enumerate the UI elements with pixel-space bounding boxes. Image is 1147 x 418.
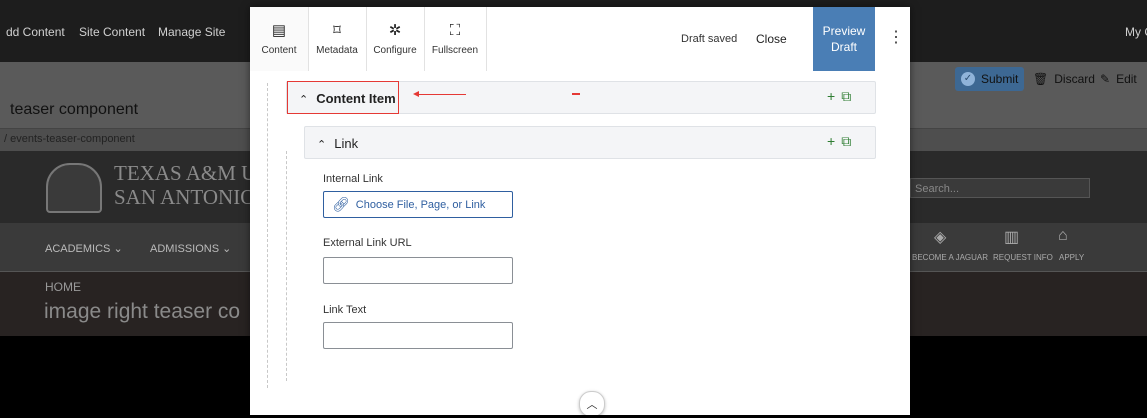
- chevron-up-icon: ︿: [586, 399, 598, 411]
- tab-metadata[interactable]: ⌑ Metadata: [308, 7, 367, 71]
- site-content-link[interactable]: Site Content: [79, 25, 145, 39]
- link-text-label: Link Text: [323, 304, 367, 316]
- more-options-icon[interactable]: ⋮: [888, 27, 904, 47]
- discard-button[interactable]: 🗑 Discard: [1027, 67, 1101, 91]
- link-label: Link: [334, 136, 359, 151]
- trash-icon: 🗑: [1033, 72, 1049, 86]
- fullscreen-icon: ⛶: [449, 21, 461, 39]
- quick-link-request[interactable]: REQUEST INFO: [993, 253, 1053, 262]
- nav-admissions[interactable]: ADMISSIONS ⌄: [150, 242, 231, 255]
- submit-button[interactable]: ✓ Submit: [955, 67, 1025, 91]
- hero-title: image right teaser co: [44, 300, 241, 323]
- link-toggle[interactable]: ⌃ Link: [317, 136, 358, 151]
- add-content-link[interactable]: dd Content: [6, 25, 65, 39]
- annotation-arrow: [413, 91, 466, 97]
- internal-link-label: Internal Link: [323, 173, 383, 185]
- content-icon: ▤: [271, 21, 287, 39]
- close-button[interactable]: Close: [756, 32, 787, 46]
- choose-link-button[interactable]: 🔗︎ Choose File, Page, or Link: [323, 191, 513, 218]
- my-account-link[interactable]: My C: [1125, 25, 1147, 39]
- chevron-down-icon: ⌄: [113, 243, 123, 255]
- plus-icon[interactable]: +: [827, 88, 841, 104]
- site-search-input[interactable]: Search...: [910, 178, 1090, 198]
- hero-breadcrumb[interactable]: HOME: [45, 280, 81, 294]
- copy-icon[interactable]: ⧉: [841, 133, 857, 149]
- tag-icon: ⌑: [333, 21, 341, 39]
- dialog-body: ⌃ Content Item +⧉ ⌃ Link +⧉ Internal Link …: [250, 71, 910, 415]
- link-icon: 🔗︎: [332, 196, 350, 212]
- copy-icon[interactable]: ⧉: [841, 88, 857, 104]
- edit-dialog: ▤ Content ⌑ Metadata ✲ Configure ⛶ Fulls…: [250, 7, 910, 415]
- quick-link-become[interactable]: BECOME A JAGUAR: [912, 253, 988, 262]
- jaguar-icon: ◈: [934, 229, 947, 246]
- nav-academics-label: ACADEMICS: [45, 243, 111, 255]
- quick-link-apply[interactable]: APPLY: [1059, 253, 1084, 262]
- content-item-actions: +⧉: [827, 88, 857, 105]
- annotation-arrow-mark: [572, 93, 580, 95]
- tab-configure-label: Configure: [373, 44, 417, 56]
- gear-icon: ✲: [388, 21, 402, 39]
- breadcrumb-text: / events-teaser-component: [4, 133, 135, 145]
- university-seal-icon: [46, 163, 102, 213]
- tree-guide-line: [267, 83, 269, 388]
- tab-content-label: Content: [261, 44, 297, 56]
- manage-site-link[interactable]: Manage Site: [158, 25, 225, 39]
- nav-academics[interactable]: ACADEMICS ⌄: [45, 242, 123, 255]
- logo-line1: TEXAS A&M UI: [114, 161, 264, 185]
- preview-draft-button[interactable]: Preview Draft: [813, 7, 875, 71]
- chevron-down-icon: ⌄: [222, 243, 232, 255]
- choose-link-label: Choose File, Page, or Link: [355, 198, 486, 211]
- link-text-input[interactable]: [323, 322, 513, 349]
- chevron-up-icon: ⌃: [317, 139, 327, 151]
- pencil-icon: ✎: [1100, 72, 1111, 86]
- preview-label: Preview: [822, 24, 866, 38]
- nav-admissions-label: ADMISSIONS: [150, 243, 220, 255]
- page-title: teaser component: [10, 101, 139, 118]
- edit-label: Edit: [1116, 72, 1137, 86]
- tab-fullscreen[interactable]: ⛶ Fullscreen: [424, 7, 487, 71]
- tree-guide-line-inner: [286, 151, 288, 381]
- annotation-highlight-box: [287, 81, 399, 114]
- plus-icon[interactable]: +: [827, 133, 841, 149]
- collapse-button[interactable]: ︿: [579, 391, 605, 415]
- tab-content[interactable]: ▤ Content: [250, 7, 309, 73]
- graduation-cap-icon: ⌂: [1058, 227, 1068, 244]
- check-circle-icon: ✓: [961, 72, 975, 86]
- books-icon: ▥: [1004, 229, 1020, 246]
- link-section: ⌃ Link +⧉: [304, 126, 876, 159]
- draft-label: Draft: [830, 40, 857, 54]
- edit-button[interactable]: ✎ Edit: [1094, 67, 1143, 91]
- external-link-input[interactable]: [323, 257, 513, 284]
- dialog-tabs: ▤ Content ⌑ Metadata ✲ Configure ⛶ Fulls…: [250, 7, 910, 73]
- link-actions: +⧉: [827, 133, 857, 150]
- tab-metadata-label: Metadata: [316, 44, 358, 56]
- submit-label: Submit: [981, 72, 1019, 86]
- tab-configure[interactable]: ✲ Configure: [366, 7, 425, 71]
- draft-status: Draft saved: [681, 33, 738, 45]
- logo-line2: SAN ANTONIO: [114, 185, 256, 209]
- tab-fullscreen-label: Fullscreen: [431, 44, 479, 56]
- external-link-label: External Link URL: [323, 237, 412, 249]
- discard-label: Discard: [1054, 72, 1095, 86]
